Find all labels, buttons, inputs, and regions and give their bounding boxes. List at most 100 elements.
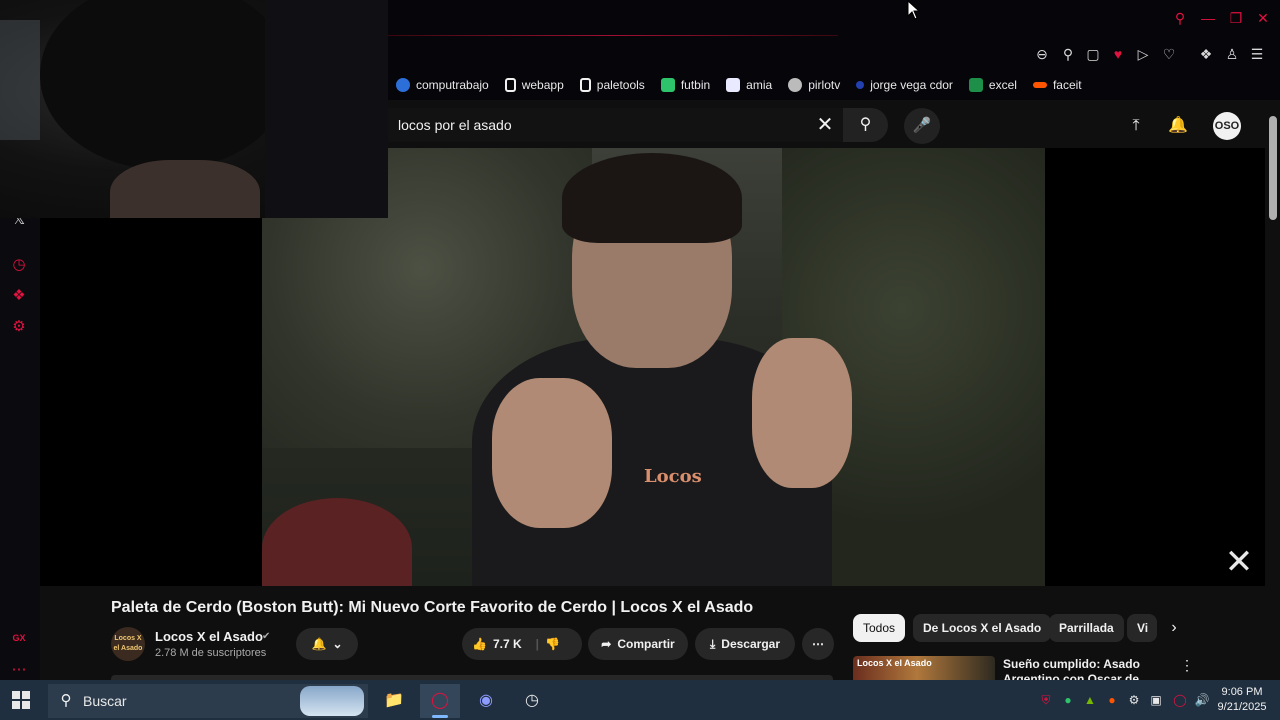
thumbs-down-icon: 👎: [545, 637, 560, 651]
channel-name[interactable]: Locos X el Asado: [155, 629, 263, 644]
dislike-button[interactable]: 👎: [545, 637, 560, 651]
page-icon: [579, 78, 591, 92]
browser-search-icon[interactable]: ⚲: [1170, 8, 1190, 28]
excel-icon: [968, 78, 983, 92]
verified-badge-icon: ✔: [262, 631, 271, 642]
download-button[interactable]: ⤓ Descargar: [695, 628, 795, 660]
bookmark-amia[interactable]: amia: [726, 78, 772, 92]
extensions-icon[interactable]: ❖: [1196, 44, 1216, 64]
gx-logo-icon[interactable]: GX: [9, 628, 29, 648]
chip-partial[interactable]: Vi: [1127, 614, 1157, 642]
download-icon: ⤓: [709, 636, 716, 651]
favorites-heart-icon[interactable]: ♡: [1159, 44, 1179, 64]
easy-setup-menu-icon[interactable]: ☰: [1247, 44, 1267, 64]
bookmark-computrabajo[interactable]: computrabajo: [396, 78, 489, 92]
clock-time: 9:06 PM: [1221, 686, 1263, 698]
chevron-right-icon[interactable]: ›: [1164, 616, 1184, 640]
close-window-button[interactable]: ✕: [1253, 8, 1273, 28]
video-title: Paleta de Cerdo (Boston Butt): Mi Nuevo …: [111, 599, 754, 616]
pocket-icon[interactable]: ♥: [1108, 44, 1128, 64]
search-highlight-image: [300, 686, 364, 716]
search-input[interactable]: [388, 108, 843, 142]
taskbar-search-placeholder: Buscar: [83, 693, 127, 709]
snapshot-icon[interactable]: ▢: [1083, 44, 1103, 64]
windows-logo-tile: [12, 701, 20, 709]
opera-gx-icon[interactable]: ◯: [420, 684, 460, 718]
bookmark-faceit[interactable]: faceit: [1032, 78, 1082, 92]
subscribed-bell-button[interactable]: 🔔 ⌄: [296, 628, 358, 660]
faceit-icon: [1032, 82, 1047, 88]
user-avatar[interactable]: OSO: [1213, 112, 1241, 140]
windows-logo-tile: [22, 701, 30, 709]
thumbnail-text: Locos X el Asado: [857, 658, 932, 668]
share-button[interactable]: ➦ Compartir: [588, 628, 688, 660]
more-options-icon[interactable]: ⋯: [9, 660, 29, 680]
bookmark-webapp[interactable]: webapp: [504, 78, 564, 92]
chip-todos[interactable]: Todos: [853, 614, 906, 642]
page-scrollbar[interactable]: [1266, 100, 1280, 680]
computrabajo-icon: [396, 78, 410, 92]
pin-icon[interactable]: ⚲: [1058, 44, 1078, 64]
amia-icon: [726, 78, 741, 92]
bookmark-label: excel: [988, 78, 1017, 92]
close-overlay-icon[interactable]: ✕: [1222, 545, 1256, 579]
webcam-shadow: [265, 0, 388, 218]
recommendation-title[interactable]: Sueño cumplido: Asado Argentino con Osca…: [1003, 657, 1163, 680]
more-actions-button[interactable]: ⋯: [802, 628, 834, 660]
bookmark-pirlotv[interactable]: pirlotv: [788, 78, 840, 92]
share-icon: ➦: [601, 637, 612, 651]
chevron-down-icon: ⌄: [332, 637, 343, 651]
pirlotv-icon: [788, 78, 803, 92]
volume-icon[interactable]: 🔊: [1194, 692, 1210, 708]
chip-parrillada[interactable]: Parrillada: [1049, 614, 1124, 642]
recommendation-thumbnail[interactable]: Locos X el Asado: [853, 656, 995, 680]
opera-gx-tray-icon[interactable]: ◯: [1172, 692, 1188, 708]
channel-avatar[interactable]: Locos X el Asado: [111, 627, 145, 661]
upload-icon[interactable]: ⤒: [1124, 114, 1148, 138]
history-icon[interactable]: ◷: [9, 255, 29, 275]
mouse-cursor-icon: [907, 0, 921, 20]
clear-search-icon[interactable]: ✕: [813, 113, 837, 137]
taskbar-search[interactable]: ⚲ Buscar: [48, 684, 368, 718]
tray-app-icon[interactable]: ●: [1060, 692, 1076, 708]
bookmark-jorge-vega[interactable]: jorge vega cdor: [856, 78, 953, 92]
account-icon[interactable]: ♙: [1222, 44, 1242, 64]
bell-icon: 🔔: [311, 637, 327, 651]
person-hand: [752, 338, 852, 488]
bookmark-label: paletools: [596, 78, 645, 92]
microphone-icon[interactable]: 🎤: [904, 108, 940, 144]
minimize-button[interactable]: —: [1198, 8, 1218, 28]
bookmark-paletools[interactable]: paletools: [579, 78, 645, 92]
scrollbar-thumb[interactable]: [1269, 116, 1277, 220]
like-button[interactable]: 👍 7.7 K: [472, 637, 522, 651]
taskbar-clock[interactable]: 9:06 PM 9/21/2025: [1214, 685, 1270, 715]
shield-icon[interactable]: ⛨: [1038, 692, 1054, 708]
nvidia-icon[interactable]: ▲: [1082, 692, 1098, 708]
jorge-vega-icon: [856, 81, 865, 89]
kebab-menu-icon[interactable]: ⋮: [1180, 657, 1194, 675]
steam-icon[interactable]: ⚙: [1126, 692, 1142, 708]
futbin-icon: [660, 78, 675, 92]
bookmark-futbin[interactable]: futbin: [660, 78, 710, 92]
webcam-light-area: [0, 20, 40, 140]
player-side-area: [1045, 148, 1265, 586]
recording-app-icon[interactable]: ◷: [512, 684, 552, 718]
play-icon[interactable]: ▷: [1133, 44, 1153, 64]
bookmark-label: amia: [746, 78, 773, 92]
extensions-sidebar-icon[interactable]: ❖: [9, 286, 29, 306]
file-explorer-icon[interactable]: 📁: [374, 684, 414, 718]
network-icon[interactable]: ▣: [1148, 692, 1164, 708]
like-dislike-group: 👍 7.7 K | 👎: [462, 628, 582, 660]
maximize-button[interactable]: ❐: [1226, 8, 1246, 28]
search-icon[interactable]: ⚲: [843, 108, 888, 142]
share-label: Compartir: [617, 637, 675, 651]
chip-de-locos[interactable]: De Locos X el Asado: [913, 614, 1052, 642]
settings-gear-icon[interactable]: ⚙: [9, 317, 29, 337]
bookmark-excel[interactable]: excel: [968, 78, 1017, 92]
zoom-out-icon[interactable]: ⊖: [1032, 44, 1052, 64]
notifications-bell-icon[interactable]: 🔔: [1166, 114, 1190, 138]
discord-icon[interactable]: ◉: [466, 684, 506, 718]
bookmark-label: computrabajo: [416, 78, 489, 92]
windows-start-icon[interactable]: [12, 691, 30, 709]
tray-app-icon[interactable]: ●: [1104, 692, 1120, 708]
